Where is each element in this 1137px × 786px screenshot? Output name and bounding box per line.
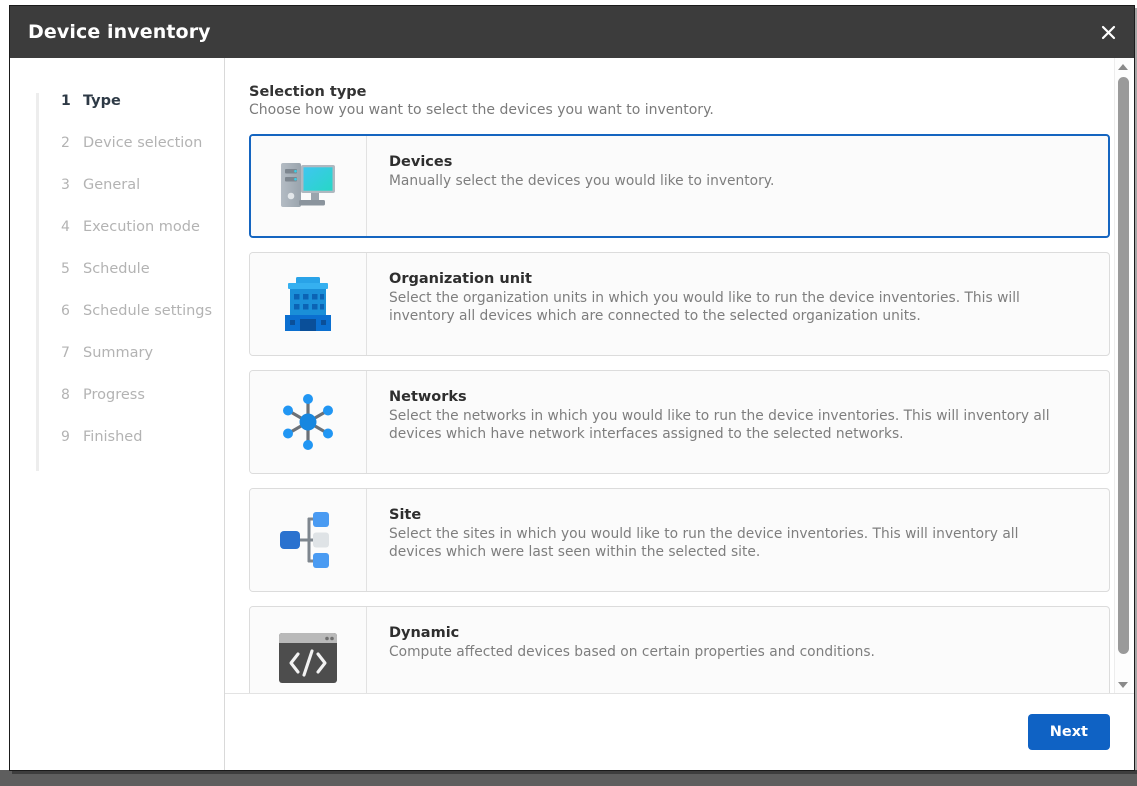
sidebar-step-general[interactable]: 3 General <box>61 177 224 219</box>
desktop-computer-icon <box>251 136 367 236</box>
sidebar-step-finished[interactable]: 9 Finished <box>61 429 224 471</box>
dialog-footer: Next <box>225 693 1134 770</box>
step-number: 9 <box>61 429 70 445</box>
sidebar-step-schedule[interactable]: 5 Schedule <box>61 261 224 303</box>
step-label: Device selection <box>83 135 203 151</box>
option-title: Dynamic <box>389 625 460 641</box>
step-number: 7 <box>61 345 70 361</box>
code-window-icon <box>250 607 367 693</box>
selection-type-options: Devices Manually select the devices you w… <box>249 134 1110 693</box>
option-description: Compute affected devices based on certai… <box>389 644 875 660</box>
desktop-bottom-strip <box>0 770 1137 786</box>
scrollbar-thumb[interactable] <box>1117 77 1129 654</box>
step-number: 8 <box>61 387 70 403</box>
option-card-site[interactable]: Site Select the sites in which you would … <box>249 488 1110 592</box>
scroll-down-arrow-icon[interactable] <box>1115 676 1132 693</box>
sidebar-step-progress[interactable]: 8 Progress <box>61 387 224 429</box>
step-number: 4 <box>61 219 70 235</box>
option-text: Devices Manually select the devices you w… <box>367 136 1108 236</box>
options-scroll-area[interactable]: Selection type Choose how you want to se… <box>225 58 1134 693</box>
step-number: 3 <box>61 177 70 193</box>
option-description: Select the organization units in which y… <box>389 290 1020 325</box>
sidebar-step-type[interactable]: 1 Type <box>61 93 224 135</box>
option-title: Organization unit <box>389 271 532 287</box>
step-label: Schedule <box>83 261 150 277</box>
option-card-devices[interactable]: Devices Manually select the devices you w… <box>249 134 1110 238</box>
scrollbar-track[interactable] <box>1115 75 1132 676</box>
step-label: Schedule settings <box>83 303 213 319</box>
scroll-up-arrow-icon[interactable] <box>1115 58 1132 75</box>
section-title: Selection type <box>249 84 367 100</box>
option-text: Site Select the sites in which you would … <box>367 489 1109 591</box>
main-pane: Selection type Choose how you want to se… <box>225 58 1134 770</box>
option-title: Networks <box>389 389 467 405</box>
option-text: Networks Select the networks in which you… <box>367 371 1109 473</box>
wizard-step-list: 1 Type 2 Device selection 3 General 4 Execution… <box>36 93 224 471</box>
dialog-titlebar: Device inventory <box>10 6 1134 58</box>
sidebar-step-execution-mode[interactable]: 4 Execution mode <box>61 219 224 261</box>
step-number: 5 <box>61 261 70 277</box>
sidebar-step-summary[interactable]: 7 Summary <box>61 345 224 387</box>
option-title: Site <box>389 507 422 523</box>
dialog-title: Device inventory <box>28 21 211 43</box>
step-number: 2 <box>61 135 70 151</box>
step-label: Progress <box>83 387 145 403</box>
option-card-dynamic[interactable]: Dynamic Compute affected devices based on… <box>249 606 1110 693</box>
device-inventory-dialog: Device inventory 1 Type 2 Device selection 3… <box>9 5 1135 771</box>
option-description: Select the networks in which you would l… <box>389 408 1050 443</box>
step-label: Finished <box>83 429 143 445</box>
option-text: Organization unit Select the organization… <box>367 253 1109 355</box>
wizard-sidebar: 1 Type 2 Device selection 3 General 4 Execution… <box>10 58 225 770</box>
option-title: Devices <box>389 154 453 170</box>
step-number: 6 <box>61 303 70 319</box>
next-button[interactable]: Next <box>1027 714 1110 750</box>
dialog-body: 1 Type 2 Device selection 3 General 4 Execution… <box>10 58 1134 770</box>
option-card-networks[interactable]: Networks Select the networks in which you… <box>249 370 1110 474</box>
network-hub-icon <box>250 371 367 473</box>
vertical-scrollbar[interactable] <box>1114 58 1131 693</box>
step-label: Type <box>83 93 121 109</box>
sidebar-step-device-selection[interactable]: 2 Device selection <box>61 135 224 177</box>
step-label: Summary <box>83 345 154 361</box>
step-label: Execution mode <box>83 219 200 235</box>
site-tree-icon <box>250 489 367 591</box>
section-subtitle: Choose how you want to select the device… <box>249 102 714 118</box>
option-card-organization-unit[interactable]: Organization unit Select the organization… <box>249 252 1110 356</box>
office-building-icon <box>250 253 367 355</box>
option-description: Manually select the devices you would li… <box>389 173 775 189</box>
close-icon[interactable] <box>1082 6 1134 58</box>
option-text: Dynamic Compute affected devices based on… <box>367 607 1109 693</box>
step-label: General <box>83 177 141 193</box>
desktop-left-strip <box>0 0 9 786</box>
option-description: Select the sites in which you would like… <box>389 526 1019 561</box>
step-number: 1 <box>61 93 71 109</box>
sidebar-step-schedule-settings[interactable]: 6 Schedule settings <box>61 303 224 345</box>
